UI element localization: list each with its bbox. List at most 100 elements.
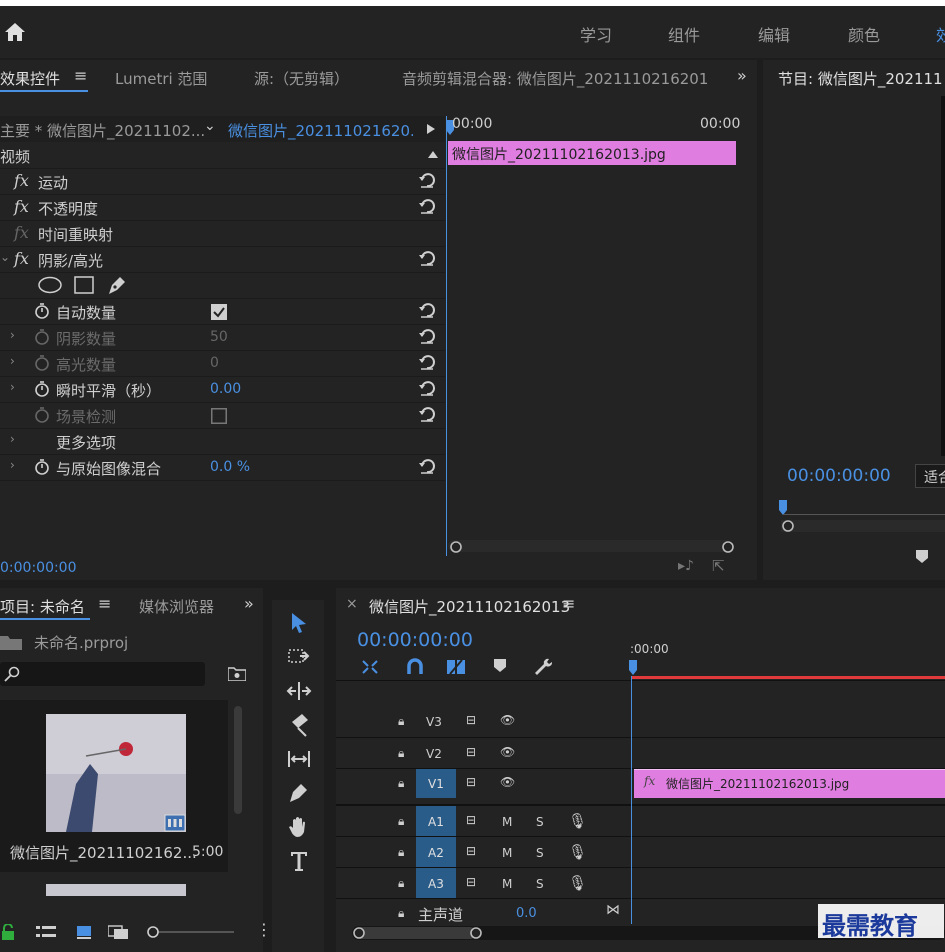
program-scrollbar[interactable] (781, 520, 945, 532)
wrench-icon[interactable] (532, 656, 552, 676)
chevron-right-icon[interactable]: › (10, 432, 15, 446)
fx-icon[interactable]: fx (14, 171, 29, 190)
workspace-editing[interactable]: 编辑 (758, 22, 790, 46)
solo-button[interactable]: S (536, 815, 544, 829)
effect-timecode[interactable]: 0:00:00:00 (0, 560, 77, 576)
export-icon[interactable]: ⇱ (712, 557, 725, 575)
param-row-scene-detect[interactable]: 场景检测 (0, 402, 445, 429)
close-icon[interactable]: × (346, 596, 358, 612)
eye-icon[interactable]: 👁︎ (500, 713, 515, 727)
microphone-icon[interactable]: 🎙︎ (568, 874, 587, 892)
scrollbar-thumb[interactable] (356, 927, 476, 939)
mute-button[interactable]: M (502, 877, 512, 891)
track-select-tool-icon[interactable] (286, 644, 312, 670)
project-scrollbar[interactable] (234, 706, 242, 814)
list-view-icon[interactable] (36, 924, 56, 940)
mute-button[interactable]: M (502, 815, 512, 829)
track-label[interactable]: A3 (428, 877, 444, 891)
timeline-playhead[interactable] (629, 660, 639, 676)
new-bin-icon[interactable] (228, 667, 246, 681)
eye-icon[interactable]: 👁︎ (500, 775, 515, 789)
sync-lock-icon[interactable]: ⊟ (466, 875, 476, 889)
track-lock-icon[interactable]: 🔒︎ (398, 746, 404, 761)
project-search-input[interactable] (0, 662, 205, 686)
param-value[interactable]: 0.00 (210, 381, 241, 397)
hand-tool-icon[interactable] (286, 814, 312, 840)
effect-row-motion[interactable]: fx 运动 (0, 168, 445, 195)
track-label[interactable]: V2 (426, 747, 442, 761)
tab-source[interactable]: 源:（无剪辑） (254, 68, 349, 89)
sync-lock-icon[interactable]: ⊟ (466, 844, 476, 858)
reset-icon[interactable] (418, 379, 436, 397)
marker-icon[interactable] (916, 550, 928, 564)
auto-amount-checkbox[interactable] (211, 304, 227, 320)
selection-tool-icon[interactable] (286, 610, 312, 636)
reset-icon[interactable] (418, 353, 436, 371)
effect-row-shadow-highlight[interactable]: ⌄ fx 阴影/高光 (0, 246, 445, 273)
track-lock-icon[interactable]: 🔒︎ (398, 776, 404, 791)
snap-icon[interactable] (406, 658, 424, 676)
razor-tool-icon[interactable] (286, 712, 312, 738)
microphone-icon[interactable]: 🎙︎ (568, 812, 587, 830)
scroll-handle-right[interactable] (470, 927, 482, 939)
scroll-handle-left[interactable] (450, 541, 462, 553)
sync-lock-icon[interactable]: ⊟ (466, 745, 476, 759)
effect-row-opacity[interactable]: fx 不透明度 (0, 194, 445, 221)
chevron-right-icon[interactable]: › (10, 458, 15, 472)
work-area-bar[interactable] (632, 676, 945, 679)
more-tabs-icon[interactable]: » (737, 66, 747, 85)
track-label[interactable]: V1 (428, 777, 444, 791)
tab-effect-controls[interactable]: 效果控件 (0, 68, 60, 89)
track-lock-icon[interactable]: 🔒︎ (398, 814, 404, 829)
mute-button[interactable]: M (502, 846, 512, 860)
param-value[interactable]: 0.0 % (210, 459, 250, 475)
reset-icon[interactable] (418, 197, 436, 215)
chevron-right-icon[interactable]: › (10, 380, 15, 394)
chevron-down-icon[interactable]: ⌄ (0, 250, 10, 264)
param-row-temporal-smoothing[interactable]: › 瞬时平滑（秒） 0.00 (0, 376, 445, 403)
reset-icon[interactable] (418, 405, 436, 423)
workspace-learn[interactable]: 学习 (580, 22, 612, 46)
reset-icon[interactable] (418, 249, 436, 267)
param-row-blend-original[interactable]: › 与原始图像混合 0.0 % (0, 454, 445, 481)
workspace-effects[interactable]: 效 (936, 22, 945, 46)
sync-lock-icon[interactable]: ⊟ (466, 813, 476, 827)
param-row-shadow-amount[interactable]: › 阴影数量 50 (0, 324, 445, 351)
ripple-edit-tool-icon[interactable] (286, 678, 312, 704)
freeform-view-icon[interactable] (108, 924, 134, 940)
go-to-in-out-icon[interactable]: ⋈ (606, 902, 620, 918)
audio-playback-icon[interactable]: ▸♪ (678, 558, 694, 574)
nest-toggle-icon[interactable] (360, 658, 380, 676)
add-marker-icon[interactable] (494, 659, 506, 673)
stopwatch-icon[interactable] (34, 302, 50, 320)
pen-tool-icon[interactable] (286, 780, 312, 806)
track-label[interactable]: A1 (428, 815, 444, 829)
pen-mask-icon[interactable] (106, 274, 128, 296)
scroll-handle-left[interactable] (353, 927, 365, 939)
effect-zoom-scrollbar[interactable] (448, 540, 732, 552)
reset-icon[interactable] (418, 327, 436, 345)
workspace-assembly[interactable]: 组件 (668, 22, 700, 46)
track-lock-icon[interactable]: 🔒︎ (398, 714, 404, 729)
track-lock-icon[interactable]: 🔒︎ (398, 845, 404, 860)
chevron-right-icon[interactable]: › (10, 354, 15, 368)
tab-media-browser[interactable]: 媒体浏览器 (139, 596, 217, 617)
timeline-clip-v1[interactable]: fx 微信图片_20211102162013.jpg (634, 769, 945, 798)
reset-icon[interactable] (418, 171, 436, 189)
tab-audio-clip-mixer[interactable]: 音频剪辑混合器: 微信图片_2021110216201 (402, 68, 710, 89)
track-label[interactable]: V3 (426, 715, 442, 729)
scroll-handle-right[interactable] (722, 541, 734, 553)
sequence-clip-label[interactable]: 微信图片_202111021620... (228, 120, 413, 141)
project-item-card[interactable]: 微信图片_20211102162... 5:00 (0, 700, 228, 872)
tab-project[interactable]: 项目: 未命名 (0, 596, 85, 617)
track-lock-icon[interactable]: 🔒︎ (398, 876, 404, 891)
linked-selection-icon[interactable] (446, 658, 466, 676)
track-lock-icon[interactable]: 🔒︎ (398, 906, 404, 921)
sync-lock-icon[interactable]: ⊟ (466, 775, 476, 789)
scene-detect-checkbox[interactable] (211, 408, 227, 424)
param-row-highlight-amount[interactable]: › 高光数量 0 (0, 350, 445, 377)
solo-button[interactable]: S (536, 877, 544, 891)
slip-tool-icon[interactable] (286, 746, 312, 772)
type-tool-icon[interactable] (286, 848, 312, 874)
tab-lumetri-scopes[interactable]: Lumetri 范围 (115, 68, 207, 89)
